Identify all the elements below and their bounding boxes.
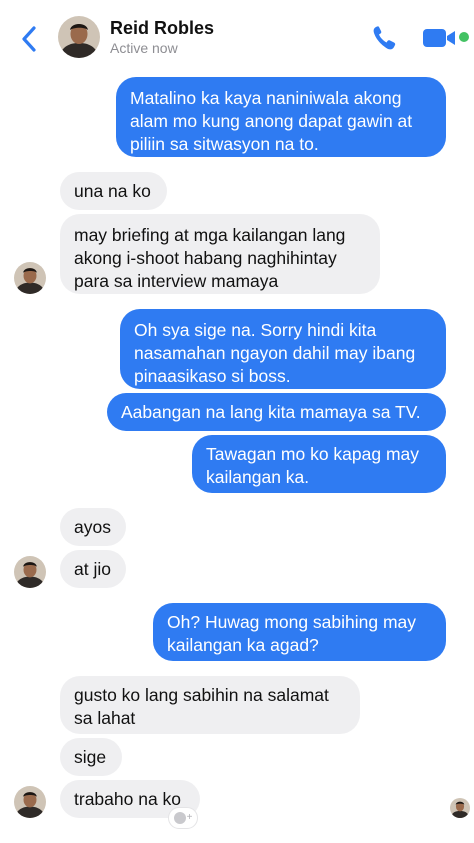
phone-icon [373, 26, 396, 50]
active-status: Active now [110, 40, 178, 56]
plus-icon: + [186, 812, 193, 823]
video-camera-icon [423, 29, 455, 47]
smiley-icon [173, 812, 186, 824]
message-outgoing[interactable]: Tawagan mo ko kapag may kailangan ka. [192, 435, 446, 493]
contact-avatar[interactable] [58, 16, 100, 58]
message-incoming[interactable]: sige [60, 738, 122, 776]
message-incoming[interactable]: gusto ko lang sabihin na salamat sa laha… [60, 676, 360, 734]
message-incoming[interactable]: may briefing at mga kailangan lang akong… [60, 214, 380, 294]
call-button[interactable] [370, 24, 402, 52]
video-call-button[interactable] [422, 26, 458, 50]
contact-avatar-small[interactable] [14, 786, 46, 818]
contact-avatar-small[interactable] [14, 556, 46, 588]
contact-avatar-small[interactable] [14, 262, 46, 294]
chevron-left-icon [22, 26, 36, 52]
seen-receipt-avatar [450, 798, 470, 818]
contact-name[interactable]: Reid Robles [110, 18, 214, 39]
back-button[interactable] [14, 22, 44, 56]
message-outgoing[interactable]: Matalino ka kaya naniniwala akong alam m… [116, 77, 446, 157]
message-incoming[interactable]: ayos [60, 508, 126, 546]
add-reaction-button[interactable]: + [168, 807, 198, 829]
message-outgoing[interactable]: Oh sya sige na. Sorry hindi kita nasamah… [120, 309, 446, 389]
message-outgoing[interactable]: Oh? Huwag mong sabihing may kailangan ka… [153, 603, 446, 661]
message-outgoing[interactable]: Aabangan na lang kita mamaya sa TV. [107, 393, 446, 431]
message-incoming[interactable]: at jio [60, 550, 126, 588]
chat-header: Reid Robles Active now [0, 0, 474, 72]
online-indicator [459, 32, 469, 42]
message-incoming[interactable]: una na ko [60, 172, 167, 210]
